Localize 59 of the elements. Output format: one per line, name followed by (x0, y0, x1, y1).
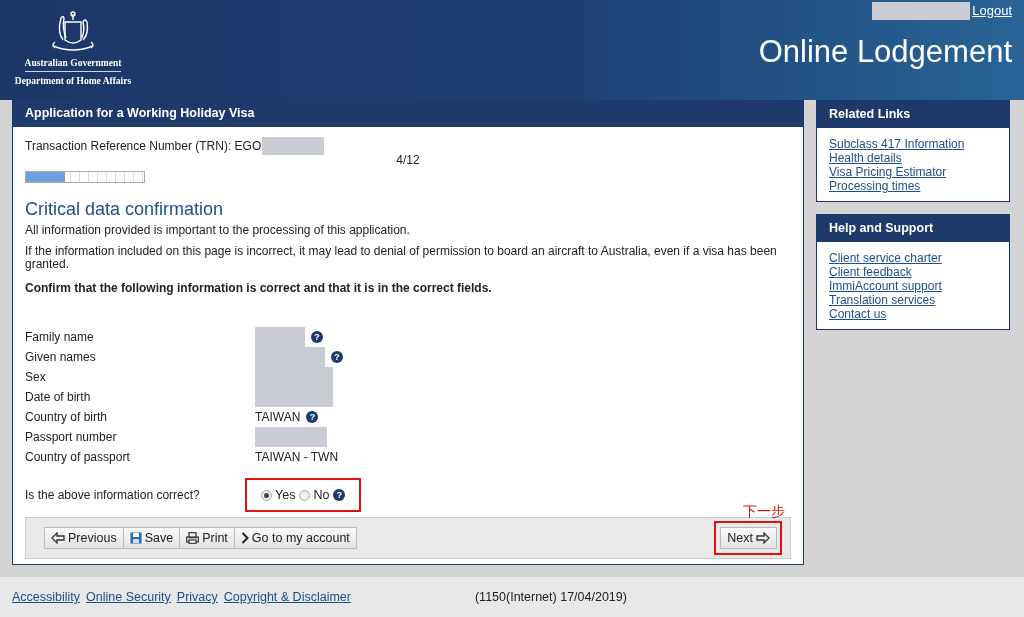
card-title: Related Links (817, 101, 1009, 128)
card-title: Help and Support (817, 215, 1009, 242)
field-value: TAIWAN (255, 410, 301, 424)
agency-name: Australian Government (24, 58, 122, 72)
help-icon[interactable]: ? (333, 489, 346, 501)
redacted-block (255, 327, 305, 347)
field-label: Date of birth (25, 390, 92, 404)
build-info: (1150(Internet) 17/04/2019) (474, 590, 627, 604)
page-title: Online Lodgement (758, 34, 1012, 70)
footer-link[interactable]: Accessibility (12, 590, 81, 604)
sidebar-link[interactable]: Translation services (829, 293, 997, 307)
radio-label[interactable]: Yes (275, 488, 296, 502)
help-icon[interactable]: ? (306, 411, 319, 423)
printer-icon (186, 532, 200, 544)
page-counter: 4/12 (396, 153, 420, 167)
department-name: Department of Home Affairs (14, 76, 132, 86)
panel-title: Application for a Working Holiday Visa (13, 100, 803, 127)
instruction-text: Confirm that the following information is correct and that it is in the correct fields. (25, 282, 493, 295)
redacted-block (255, 427, 327, 447)
sidebar-link[interactable]: Processing times (829, 179, 997, 193)
toolbar-button[interactable]: Save (122, 527, 181, 549)
radio-label[interactable]: No (313, 488, 330, 502)
field-value: TAIWAN - TWN (255, 450, 339, 464)
toolbar-button[interactable]: Previous (44, 527, 124, 549)
arrow-left-icon (51, 532, 65, 544)
sidebar-link[interactable]: Visa Pricing Estimator (829, 165, 997, 179)
help-icon[interactable]: ? (311, 331, 323, 343)
sidebar-link[interactable]: Contact us (829, 307, 997, 321)
field-label: Family name (25, 330, 95, 344)
section-heading: Critical data confirmation (25, 199, 225, 220)
radio-button[interactable] (261, 489, 272, 501)
footer-link[interactable]: Copyright & Disclaimer (223, 590, 351, 604)
next-button[interactable]: Next (720, 527, 777, 549)
info-paragraph: If the information included on this page is incorrect, it may lead to denial of permission to board an aircraft to Australia, even if a visa has been granted. (25, 245, 778, 271)
field-label: Passport number (25, 430, 118, 444)
save-icon (129, 532, 142, 544)
arrow-right-icon (756, 532, 770, 544)
sidebar-link[interactable]: Client feedback (829, 265, 997, 279)
toolbar-button[interactable]: Print (179, 527, 235, 549)
sidebar-link[interactable]: ImmiAccount support (829, 279, 997, 293)
radio-button[interactable] (299, 489, 311, 501)
annotation-label: 下一步 (743, 503, 785, 521)
trn-label: Transaction Reference Number (TRN): EGO (25, 139, 262, 153)
sidebar-link[interactable]: Client service charter (829, 251, 997, 265)
info-paragraph: All information provided is important to the processing of this application. (25, 224, 411, 237)
sidebar-link[interactable]: Health details (829, 151, 997, 165)
help-icon[interactable]: ? (331, 351, 343, 363)
toolbar-button[interactable]: Go to my account (233, 527, 357, 549)
question-label: Is the above information correct? (25, 488, 201, 502)
field-label: Given names (25, 350, 97, 364)
field-label: Sex (25, 370, 47, 384)
chevron-right-icon (240, 532, 249, 544)
footer-link[interactable]: Online Security (86, 590, 171, 604)
field-label: Country of birth (25, 410, 109, 424)
sidebar-link[interactable]: Subclass 417 Information (829, 137, 997, 151)
logout-link[interactable]: Logout (972, 4, 1012, 18)
redacted-block (262, 137, 325, 155)
field-label: Country of passport (25, 450, 131, 464)
footer-link[interactable]: Privacy (176, 590, 218, 604)
